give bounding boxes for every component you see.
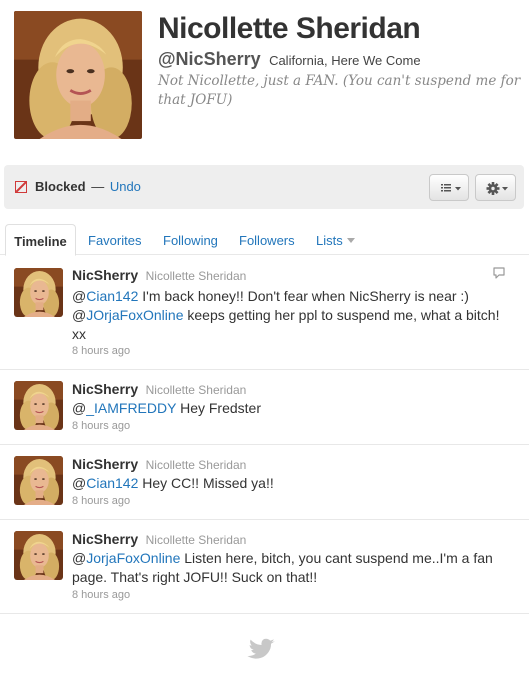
tab-lists[interactable]: Lists — [316, 224, 355, 256]
tweet-timestamp[interactable]: 8 hours ago — [72, 420, 130, 432]
tweet-text-part: @ — [72, 288, 87, 304]
tab-favorites[interactable]: Favorites — [88, 224, 141, 256]
list-menu-button[interactable] — [429, 174, 469, 201]
tweet-timestamp[interactable]: 8 hours ago — [72, 589, 130, 601]
tweet-header: NicSherry Nicollette Sheridan — [72, 267, 246, 285]
tab-timeline[interactable]: Timeline — [5, 224, 76, 256]
blocked-icon — [15, 181, 27, 193]
mention-link[interactable]: JorjaFoxOnline — [86, 550, 180, 566]
gear-menu-button[interactable] — [475, 174, 516, 201]
tweet-header: NicSherry Nicollette Sheridan — [72, 381, 246, 399]
block-status-bar: Blocked — Undo — [4, 165, 524, 209]
profile-handle-line: @NicSherry California, Here We Come — [158, 49, 421, 70]
tweet-avatar[interactable] — [14, 268, 63, 317]
mention-link[interactable]: Cian142 — [86, 288, 138, 304]
tweet-fullname: Nicollette Sheridan — [145, 458, 247, 472]
tweet-text-part: Hey Fredster — [176, 400, 262, 416]
tweet-text: @Cian142 I'm back honey!! Don't fear whe… — [72, 287, 502, 344]
blocked-status: Blocked — Undo — [35, 179, 141, 194]
tweet-timestamp[interactable]: 8 hours ago — [72, 345, 130, 357]
mention-link[interactable]: Cian142 — [86, 475, 138, 491]
tweet-item[interactable]: NicSherry Nicollette Sheridan @JorjaFoxO… — [0, 520, 529, 614]
tweet-header: NicSherry Nicollette Sheridan — [72, 531, 246, 549]
tab-lists-label: Lists — [316, 233, 343, 248]
tweet-item[interactable]: NicSherry Nicollette Sheridan @Cian142 H… — [0, 445, 529, 520]
tweet-username[interactable]: NicSherry — [72, 456, 138, 472]
blocked-separator: — — [91, 179, 105, 194]
tweet-text: @Cian142 Hey CC!! Missed ya!! — [72, 474, 502, 493]
tweet-item[interactable]: NicSherry Nicollette Sheridan @Cian142 I… — [0, 255, 529, 370]
tweet-timestamp[interactable]: 8 hours ago — [72, 495, 130, 507]
profile-handle: @NicSherry — [158, 49, 261, 69]
chevron-down-icon — [346, 238, 355, 243]
blocked-label: Blocked — [35, 179, 86, 194]
profile-avatar[interactable] — [14, 11, 142, 139]
list-icon — [441, 184, 461, 192]
tweet-fullname: Nicollette Sheridan — [145, 269, 247, 283]
tweet-fullname: Nicollette Sheridan — [145, 533, 247, 547]
tweet-avatar[interactable] — [14, 381, 63, 430]
profile-name: Nicollette Sheridan — [158, 12, 421, 45]
profile-location: California, Here We Come — [269, 53, 421, 68]
tweet-username[interactable]: NicSherry — [72, 381, 138, 397]
tweet-text: @_IAMFREDDY Hey Fredster — [72, 399, 502, 418]
profile-bio: Not Nicollette, just a FAN. (You can't s… — [158, 73, 521, 108]
tweet-username[interactable]: NicSherry — [72, 267, 138, 283]
mention-link[interactable]: JOrjaFoxOnline — [86, 307, 183, 323]
undo-link[interactable]: Undo — [110, 179, 141, 194]
tweet-text-part: @ — [72, 550, 87, 566]
tweet-fullname: Nicollette Sheridan — [145, 383, 247, 397]
mention-link[interactable]: _IAMFREDDY — [86, 400, 176, 416]
tab-followers[interactable]: Followers — [239, 224, 295, 256]
gear-icon — [486, 182, 508, 195]
tab-following[interactable]: Following — [163, 224, 218, 256]
tweet-avatar[interactable] — [14, 456, 63, 505]
tweet-text-part: @ — [72, 475, 87, 491]
tweet-text-part: @ — [72, 400, 87, 416]
profile-tabs: Timeline Favorites Following Followers L… — [0, 224, 529, 256]
profile-header: Nicollette Sheridan @NicSherry Californi… — [0, 0, 529, 160]
tweet-item[interactable]: NicSherry Nicollette Sheridan @_IAMFREDD… — [0, 370, 529, 445]
twitter-bird-icon — [247, 638, 275, 659]
tweet-text-part: Hey CC!! Missed ya!! — [138, 475, 274, 491]
tweet-avatar[interactable] — [14, 531, 63, 580]
tweet-text: @JorjaFoxOnline Listen here, bitch, you … — [72, 549, 502, 587]
tweet-header: NicSherry Nicollette Sheridan — [72, 456, 246, 474]
tweet-username[interactable]: NicSherry — [72, 531, 138, 547]
